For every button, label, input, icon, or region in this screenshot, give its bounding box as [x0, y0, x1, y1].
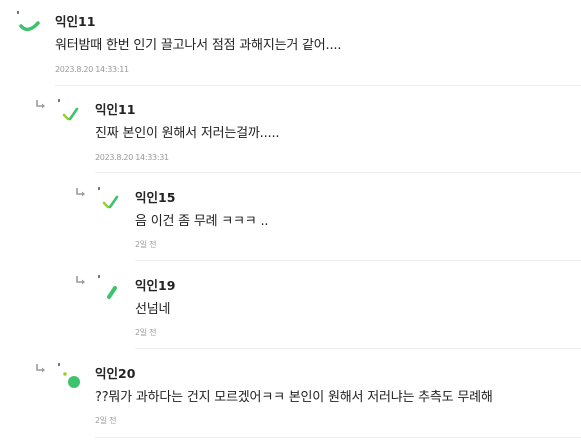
comment-text: ??뭐가 과하다는 건지 모르겠어ㅋㅋ 본인이 원해서 저러냐는 추측도 무례해: [95, 390, 493, 405]
comment-time: 2일 전: [135, 240, 157, 249]
comment-time: 2일 전: [95, 416, 117, 425]
reply-item: 익인11 진짜 본인이 원해서 저러는걸까..... 2023.8.20 14:…: [0, 86, 581, 172]
comment-nickname[interactable]: 익인11: [95, 99, 135, 118]
reply-arrow-icon: [76, 276, 85, 285]
reply-arrow-icon: [36, 364, 45, 373]
comment-divider: [95, 437, 581, 438]
reply-item: 익인19 선넘네 2일 전: [0, 261, 581, 348]
green-arc-avatar-icon: [17, 11, 40, 32]
comment-nickname[interactable]: 익인19: [135, 275, 175, 294]
comment-item: 익인11 워터밤때 한번 인기 끌고나서 점점 과해지는거 같어.... 202…: [0, 0, 581, 85]
comment-time: 2023.8.20 14:33:11: [55, 65, 129, 74]
comment-nickname[interactable]: 익인15: [135, 187, 175, 206]
green-dot-avatar-icon: [58, 363, 80, 388]
comment-text: 워터밤때 한번 인기 끌고나서 점점 과해지는거 같어....: [55, 38, 342, 53]
comment-text: 음 이건 좀 무례 ㅋㅋㅋ ..: [135, 214, 269, 229]
comment-text: 선넘네: [135, 302, 171, 317]
comment-text: 진짜 본인이 원해서 저러는걸까.....: [95, 126, 280, 141]
comment-nickname[interactable]: 익인20: [95, 363, 135, 382]
comment-nickname[interactable]: 익인11: [55, 11, 95, 30]
reply-item: 익인15 음 이건 좀 무례 ㅋㅋㅋ .. 2일 전: [0, 173, 581, 260]
green-bar-avatar-icon: [98, 275, 117, 299]
green-dashes-avatar-icon: [98, 187, 119, 209]
reply-item: 익인20 ??뭐가 과하다는 건지 모르겠어ㅋㅋ 본인이 원해서 저러냐는 추측…: [0, 349, 581, 437]
comment-time: 2023.8.20 14:33:31: [95, 153, 169, 162]
comment-time: 2일 전: [135, 328, 157, 337]
green-dashes-avatar-icon: [58, 99, 79, 121]
reply-arrow-icon: [36, 100, 45, 109]
reply-arrow-icon: [76, 188, 85, 197]
